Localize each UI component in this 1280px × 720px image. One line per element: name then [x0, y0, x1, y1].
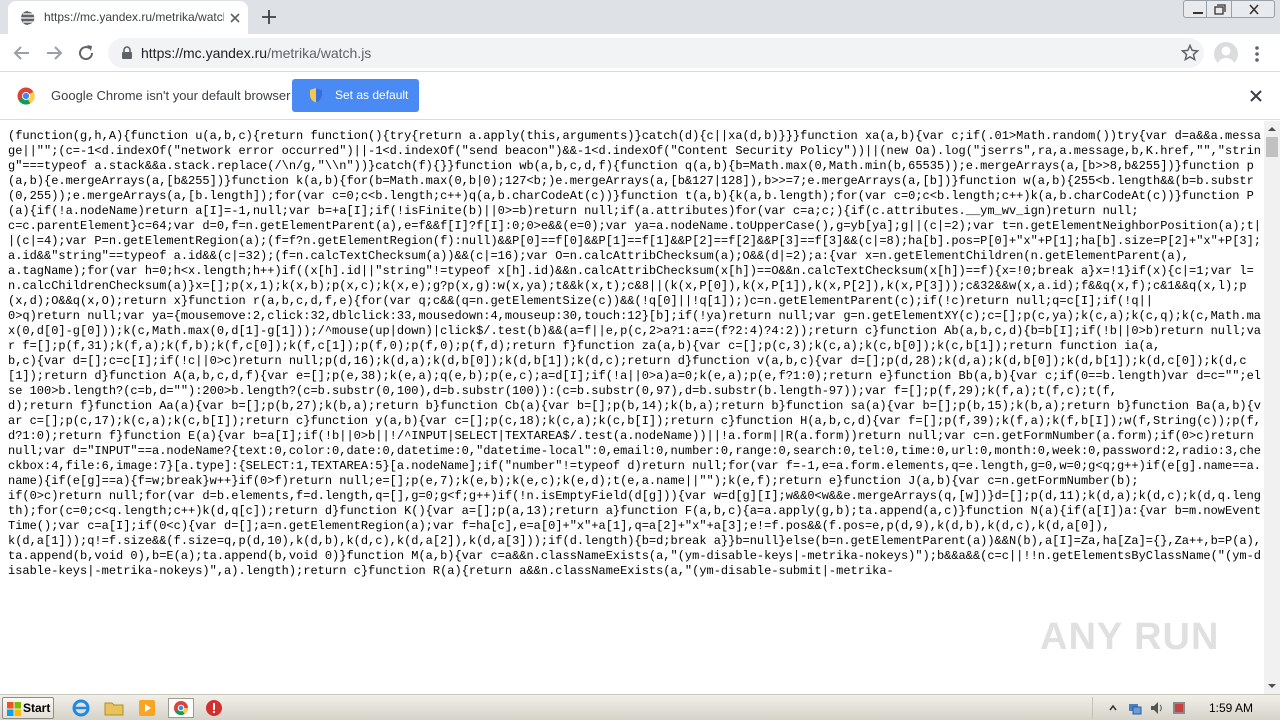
- tab-title: https://mc.yandex.ru/metrika/watch: [44, 10, 224, 24]
- tray-app-icon[interactable]: [1171, 700, 1187, 716]
- anyrun-watermark: ANY RUN: [1040, 612, 1240, 662]
- tray-chevron-icon[interactable]: [1105, 700, 1121, 716]
- set-as-default-button[interactable]: Set as default: [292, 79, 419, 112]
- network-icon[interactable]: [1127, 700, 1143, 716]
- scrollbar-thumb[interactable]: [1266, 137, 1278, 157]
- script-source-text: (function(g,h,A){function u(a,b,c){retur…: [8, 129, 1262, 578]
- new-tab-icon[interactable]: [259, 7, 279, 27]
- infobar-message: Google Chrome isn't your default browser: [51, 88, 291, 103]
- taskbar: Start 1:59 AM: [0, 694, 1280, 720]
- infobar-close-icon[interactable]: [1248, 88, 1264, 104]
- page-content: (function(g,h,A){function u(a,b,c){retur…: [0, 121, 1264, 694]
- system-tray: 1:59 AM: [1092, 697, 1278, 719]
- url-text[interactable]: https://mc.yandex.ru/metrika/watch.js: [141, 45, 371, 61]
- vertical-scrollbar[interactable]: [1264, 121, 1280, 694]
- person-icon: [1218, 46, 1234, 66]
- more-menu-icon[interactable]: [1253, 44, 1261, 64]
- restore-icon: [1214, 4, 1226, 15]
- windows-flag-icon: [7, 702, 21, 716]
- speaker-icon[interactable]: [1149, 700, 1165, 716]
- close-icon: [1249, 4, 1259, 15]
- url-host: https://mc.yandex.ru: [141, 45, 268, 61]
- scroll-up-arrow-icon[interactable]: [1264, 121, 1280, 137]
- shield-icon: [310, 88, 322, 103]
- window-close-button[interactable]: [1231, 0, 1275, 18]
- profile-avatar-icon[interactable]: [1214, 42, 1238, 66]
- folder-icon[interactable]: [103, 698, 125, 718]
- window-restore-button[interactable]: [1206, 0, 1232, 18]
- bookmark-star-icon[interactable]: [1181, 44, 1199, 62]
- watermark-text: ANY RUN: [1040, 616, 1220, 658]
- system-clock[interactable]: 1:59 AM: [1209, 701, 1253, 715]
- set-as-default-label: Set as default: [335, 88, 409, 102]
- tab-strip: https://mc.yandex.ru/metrika/watch: [0, 0, 1280, 34]
- url-path: /metrika/watch.js: [267, 45, 372, 61]
- chrome-logo-icon: [17, 87, 35, 105]
- back-arrow-icon[interactable]: [10, 41, 34, 65]
- internet-explorer-icon[interactable]: [70, 698, 92, 718]
- browser-toolbar: https://mc.yandex.ru/metrika/watch.js: [0, 34, 1280, 72]
- default-browser-infobar: Google Chrome isn't your default browser: [0, 72, 1280, 120]
- stop-sign-icon[interactable]: [203, 698, 225, 718]
- forward-arrow-icon[interactable]: [42, 41, 66, 65]
- tab-close-icon[interactable]: [227, 10, 243, 26]
- lock-icon[interactable]: [120, 46, 134, 60]
- reload-icon[interactable]: [74, 41, 98, 65]
- taskbar-chrome-button[interactable]: [168, 698, 194, 718]
- start-label: Start: [23, 701, 51, 715]
- globe-icon: [21, 10, 36, 26]
- scroll-down-arrow-icon[interactable]: [1264, 678, 1280, 694]
- start-button[interactable]: Start: [2, 697, 54, 719]
- chrome-icon: [174, 701, 188, 715]
- media-player-icon[interactable]: [136, 698, 158, 718]
- address-bar[interactable]: https://mc.yandex.ru/metrika/watch.js: [108, 38, 1204, 68]
- browser-tab[interactable]: https://mc.yandex.ru/metrika/watch: [8, 1, 248, 34]
